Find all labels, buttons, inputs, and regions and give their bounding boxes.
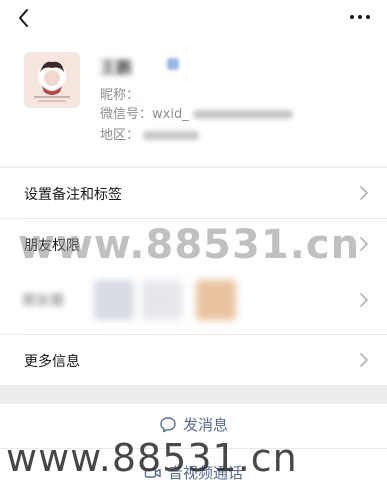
moments-thumbnail: [196, 280, 236, 320]
moments-thumbnail: [142, 280, 182, 320]
profile-card: 王鹏 昵称：, 微信号：wxid_ 地区：: [0, 36, 387, 166]
contact-name: 王鹏: [100, 58, 133, 77]
wechat-id-row: 微信号：wxid_: [100, 103, 293, 122]
remark-label: 设置备注和标签: [24, 187, 122, 203]
avatar-image: [24, 52, 80, 108]
remark-and-tags-row[interactable]: 设置备注和标签: [0, 168, 387, 218]
back-icon[interactable]: [12, 6, 36, 30]
wechat-id-redacted: [192, 110, 293, 119]
actions-panel: 发消息 音视频通话: [0, 404, 387, 494]
moments-label: 朋友圈: [22, 293, 64, 309]
region-label: 地区：: [100, 128, 140, 143]
chevron-right-icon: [360, 293, 368, 307]
video-call-label: 音视频通话: [167, 464, 243, 482]
more-icon[interactable]: [347, 12, 373, 22]
nickname-label: 昵称：: [100, 88, 140, 103]
chat-bubble-icon: [160, 416, 176, 432]
video-call-button[interactable]: 音视频通话: [0, 452, 387, 492]
region-row: 地区：: [100, 124, 200, 143]
wechat-id-prefix: wxid_: [152, 107, 189, 122]
more-info-label: 更多信息: [24, 354, 80, 370]
send-message-button[interactable]: 发消息: [0, 404, 387, 444]
divider: [0, 448, 387, 449]
more-info-row[interactable]: 更多信息: [0, 335, 387, 385]
gender-badge-icon: [167, 58, 179, 70]
video-camera-icon: [144, 467, 161, 478]
top-nav: [0, 0, 387, 36]
permissions-label: 朋友权限: [24, 238, 80, 254]
send-message-label: 发消息: [182, 416, 228, 434]
contact-profile-screen: 王鹏 昵称：, 微信号：wxid_ 地区： 设置备注和标签 朋友权限 朋友圈 更…: [0, 0, 387, 494]
nickname-row: 昵称：,: [100, 84, 143, 103]
wechat-id-label: 微信号：: [100, 107, 153, 122]
chevron-right-icon: [360, 186, 368, 200]
moments-thumbnail: [94, 280, 134, 320]
chevron-right-icon: [360, 237, 368, 251]
avatar[interactable]: [24, 52, 80, 108]
moments-row[interactable]: 朋友圈: [0, 266, 387, 334]
chevron-right-icon: [360, 353, 368, 367]
friend-permissions-row[interactable]: 朋友权限: [0, 219, 387, 269]
nickname-value: ,: [139, 88, 144, 103]
region-redacted: [143, 131, 200, 140]
